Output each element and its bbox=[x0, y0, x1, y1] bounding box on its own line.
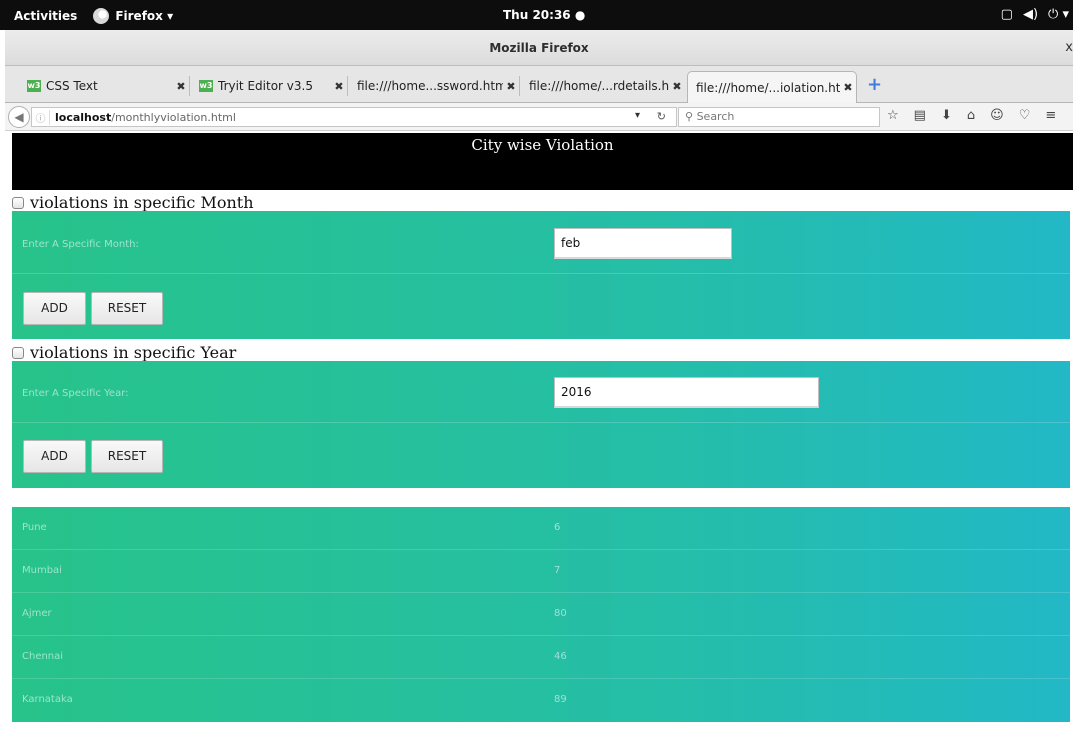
activities-button[interactable]: Activities bbox=[14, 9, 77, 23]
month-add-button[interactable]: ADD bbox=[23, 292, 86, 325]
window-icon: ▢ bbox=[1000, 7, 1013, 22]
divider bbox=[12, 273, 1070, 274]
system-top-bar: Activities Firefox ▾ Thu 20:36 ● ▢ ◀) ⏻ … bbox=[0, 0, 1073, 30]
tab-details-file[interactable]: file:///home/...rdetails.html ✖ bbox=[521, 72, 685, 100]
tab-strip: w3 CSS Text ✖ w3 Tryit Editor v3.5 ✖ fil… bbox=[5, 66, 1073, 103]
violation-count: 89 bbox=[554, 694, 567, 705]
year-checkbox[interactable] bbox=[12, 346, 24, 359]
navigation-bar: ◀ ⓘ localhost /monthlyviolation.html ▾ ↻… bbox=[5, 103, 1073, 131]
chevron-down-icon[interactable]: ▾ bbox=[635, 110, 640, 121]
pocket-icon[interactable]: ♡ bbox=[1019, 108, 1031, 123]
window-titlebar: Mozilla Firefox x bbox=[5, 30, 1073, 66]
table-row: Chennai 46 bbox=[12, 636, 1070, 679]
firefox-icon bbox=[93, 8, 110, 24]
search-placeholder: Search bbox=[696, 110, 735, 123]
menu-icon[interactable]: ≡ bbox=[1045, 108, 1056, 123]
table-row: Pune 6 bbox=[12, 507, 1070, 550]
back-arrow-icon[interactable]: ◀ bbox=[8, 106, 30, 128]
city-name: Pune bbox=[22, 522, 47, 533]
year-checkbox-row[interactable]: violations in specific Year bbox=[12, 343, 236, 362]
reading-list-icon[interactable]: ▤ bbox=[914, 108, 926, 123]
w3schools-icon: w3 bbox=[27, 80, 41, 92]
tab-close-icon[interactable]: ✖ bbox=[669, 80, 685, 93]
month-panel: Enter A Specific Month: feb ADD RESET bbox=[12, 211, 1070, 339]
tab-label: CSS Text bbox=[46, 79, 98, 93]
url-path: /monthlyviolation.html bbox=[111, 110, 236, 124]
bookmark-star-icon[interactable]: ☆ bbox=[887, 108, 899, 123]
tab-label: file:///home/...iolation.html bbox=[696, 80, 840, 95]
month-checkbox-row[interactable]: violations in specific Month bbox=[12, 193, 254, 212]
url-host: localhost bbox=[55, 110, 112, 124]
violation-count: 80 bbox=[554, 608, 567, 619]
tab-close-icon[interactable]: ✖ bbox=[840, 81, 856, 94]
table-row: Karnataka 89 bbox=[12, 679, 1070, 722]
year-checkbox-label: violations in specific Year bbox=[30, 343, 237, 362]
month-input[interactable]: feb bbox=[554, 228, 732, 259]
year-add-button[interactable]: ADD bbox=[23, 440, 86, 473]
tab-label: Tryit Editor v3.5 bbox=[218, 79, 313, 93]
reload-icon[interactable]: ↻ bbox=[657, 110, 666, 123]
page-content: City wise Violation violations in specif… bbox=[0, 131, 1073, 734]
power-icon: ⏻ ▾ bbox=[1048, 7, 1069, 22]
search-input[interactable]: ⚲ Search bbox=[678, 107, 880, 127]
month-checkbox[interactable] bbox=[12, 196, 24, 209]
w3schools-icon: w3 bbox=[199, 80, 213, 92]
year-reset-button[interactable]: RESET bbox=[91, 440, 163, 473]
tab-label: file:///home...ssword.html bbox=[357, 79, 503, 93]
page-title: City wise Violation bbox=[12, 133, 1073, 190]
table-row: Ajmer 80 bbox=[12, 593, 1070, 636]
year-input[interactable]: 2016 bbox=[554, 377, 819, 408]
city-name: Ajmer bbox=[22, 608, 52, 619]
system-tray[interactable]: ▢ ◀) ⏻ ▾ bbox=[1001, 7, 1069, 22]
search-icon: ⚲ bbox=[685, 110, 694, 123]
year-field-label: Enter A Specific Year: bbox=[22, 388, 129, 399]
tab-violation-file[interactable]: file:///home/...iolation.html ✖ bbox=[687, 71, 857, 103]
app-menu-label: Firefox ▾ bbox=[115, 9, 174, 23]
tab-close-icon[interactable]: ✖ bbox=[173, 80, 189, 93]
city-name: Karnataka bbox=[22, 694, 73, 705]
download-icon[interactable]: ⬇ bbox=[941, 108, 952, 123]
window-close-icon[interactable]: x bbox=[1065, 40, 1073, 55]
year-panel: Enter A Specific Year: 2016 ADD RESET bbox=[12, 361, 1070, 488]
app-menu[interactable]: Firefox ▾ bbox=[93, 8, 173, 24]
toolbar-icons: ☆ ▤ ⬇ ⌂ ☺ ♡ ≡ bbox=[887, 108, 1056, 123]
month-checkbox-label: violations in specific Month bbox=[30, 193, 254, 212]
city-name: Chennai bbox=[22, 651, 64, 662]
tab-label: file:///home/...rdetails.html bbox=[529, 79, 669, 93]
violation-count: 46 bbox=[554, 651, 567, 662]
volume-icon: ◀) bbox=[1022, 7, 1039, 22]
tab-close-icon[interactable]: ✖ bbox=[503, 80, 519, 93]
violation-count: 7 bbox=[554, 565, 561, 576]
divider bbox=[12, 422, 1070, 423]
tab-close-icon[interactable]: ✖ bbox=[331, 80, 347, 93]
new-tab-icon[interactable]: + bbox=[867, 74, 882, 95]
tab-css-text[interactable]: w3 CSS Text ✖ bbox=[19, 72, 190, 100]
tab-password-file[interactable]: file:///home...ssword.html ✖ bbox=[349, 72, 520, 100]
url-bar[interactable]: ⓘ localhost /monthlyviolation.html ▾ ↻ bbox=[31, 107, 677, 127]
info-icon[interactable]: ⓘ bbox=[32, 109, 50, 125]
window-title: Mozilla Firefox bbox=[489, 41, 589, 55]
city-name: Mumbai bbox=[22, 565, 62, 576]
month-field-label: Enter A Specific Month: bbox=[22, 239, 139, 250]
tab-tryit-editor[interactable]: w3 Tryit Editor v3.5 ✖ bbox=[191, 72, 348, 100]
month-reset-button[interactable]: RESET bbox=[91, 292, 163, 325]
chat-icon[interactable]: ☺ bbox=[990, 108, 1004, 123]
table-row: Mumbai 7 bbox=[12, 550, 1070, 593]
clock[interactable]: Thu 20:36 ● bbox=[503, 8, 585, 22]
home-icon[interactable]: ⌂ bbox=[967, 108, 975, 123]
violation-count: 6 bbox=[554, 522, 561, 533]
city-violation-table: Pune 6 Mumbai 7 Ajmer 80 Chennai 46 Karn… bbox=[12, 507, 1070, 722]
